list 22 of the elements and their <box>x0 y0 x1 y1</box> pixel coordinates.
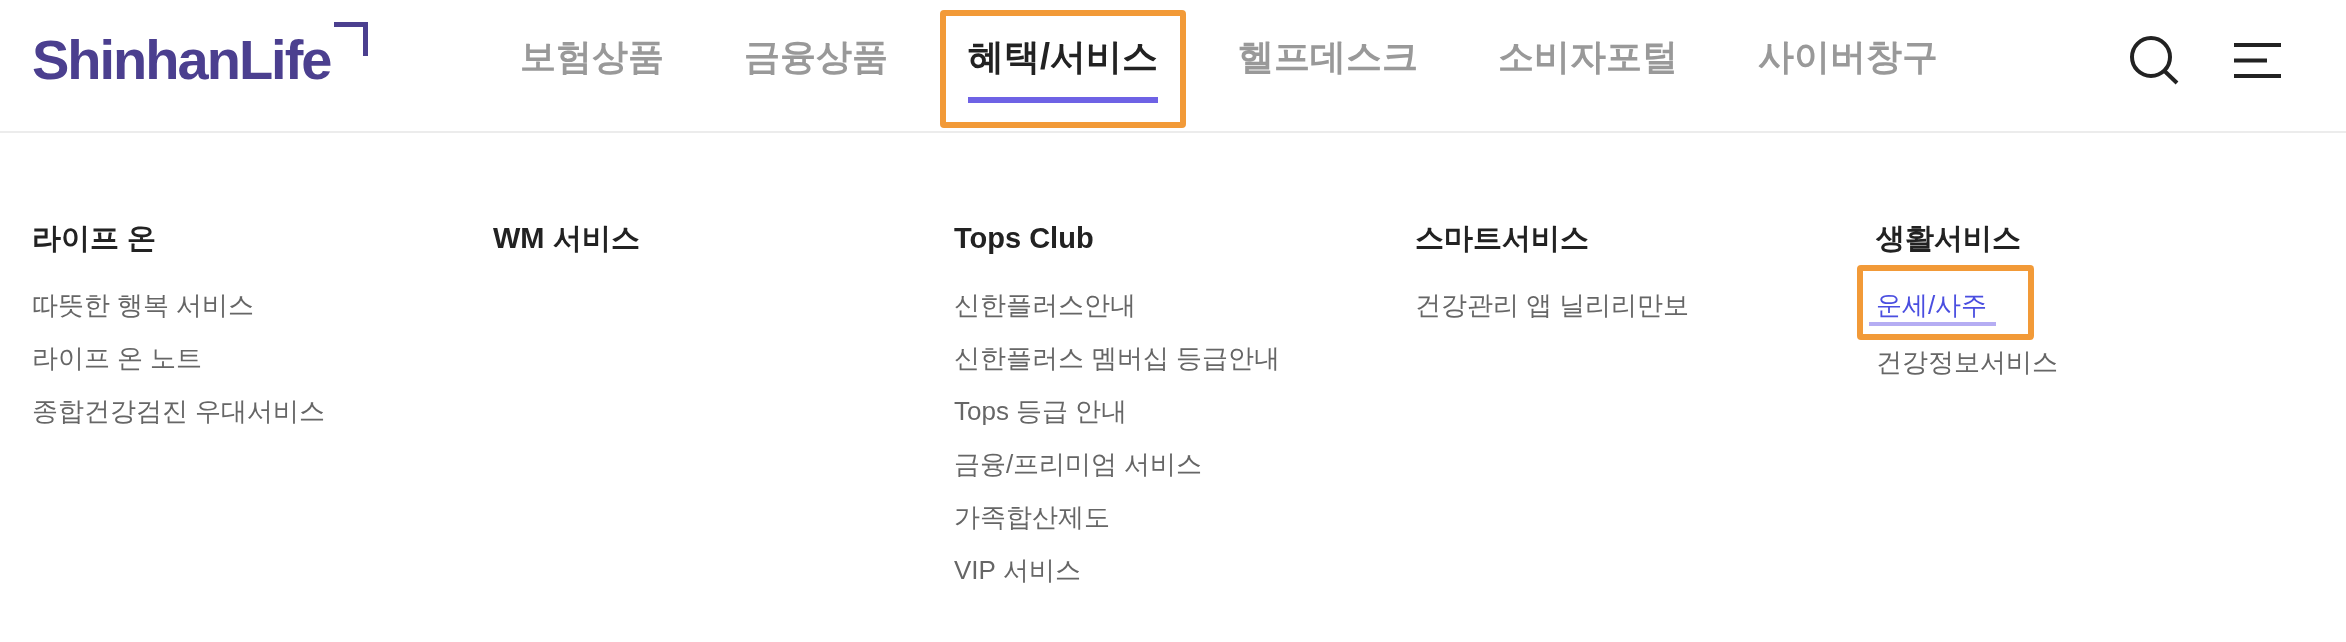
menu-icon <box>2234 42 2281 78</box>
menu-link[interactable]: 가족합산제도 <box>954 500 1110 534</box>
menu-link[interactable]: 건강관리 앱 닐리리만보 <box>1415 288 1690 322</box>
menu-heading: WM 서비스 <box>493 221 640 256</box>
nav-tab[interactable]: 혜택/서비스 <box>968 18 1158 103</box>
menu-link[interactable]: 신한플러스안내 <box>954 288 1136 322</box>
menu-link[interactable]: 운세/사주 <box>1869 288 1997 326</box>
menu-link[interactable]: Tops 등급 안내 <box>954 394 1128 428</box>
menu-link[interactable]: 건강정보서비스 <box>1876 345 2058 379</box>
menu-heading: 라이프 온 <box>32 221 157 256</box>
menu-link[interactable]: 따뜻한 행복 서비스 <box>32 288 255 322</box>
logo-link[interactable]: ShinhanLife <box>32 22 369 88</box>
menu-link[interactable]: 신한플러스 멤버십 등급안내 <box>954 341 1281 375</box>
menu-link[interactable]: 라이프 온 노트 <box>32 341 203 375</box>
menu-link[interactable]: 금융/프리미엄 서비스 <box>954 447 1203 481</box>
menu-heading: 스마트서비스 <box>1415 221 1589 256</box>
menu-button[interactable] <box>2234 42 2281 78</box>
corner-bracket-icon <box>334 22 369 56</box>
menu-link[interactable]: 종합건강검진 우대서비스 <box>32 394 326 428</box>
menu-heading: Tops Club <box>954 221 1094 256</box>
menu-link[interactable]: VIP 서비스 <box>954 553 1081 587</box>
menu-heading: 생활서비스 <box>1876 221 2021 256</box>
